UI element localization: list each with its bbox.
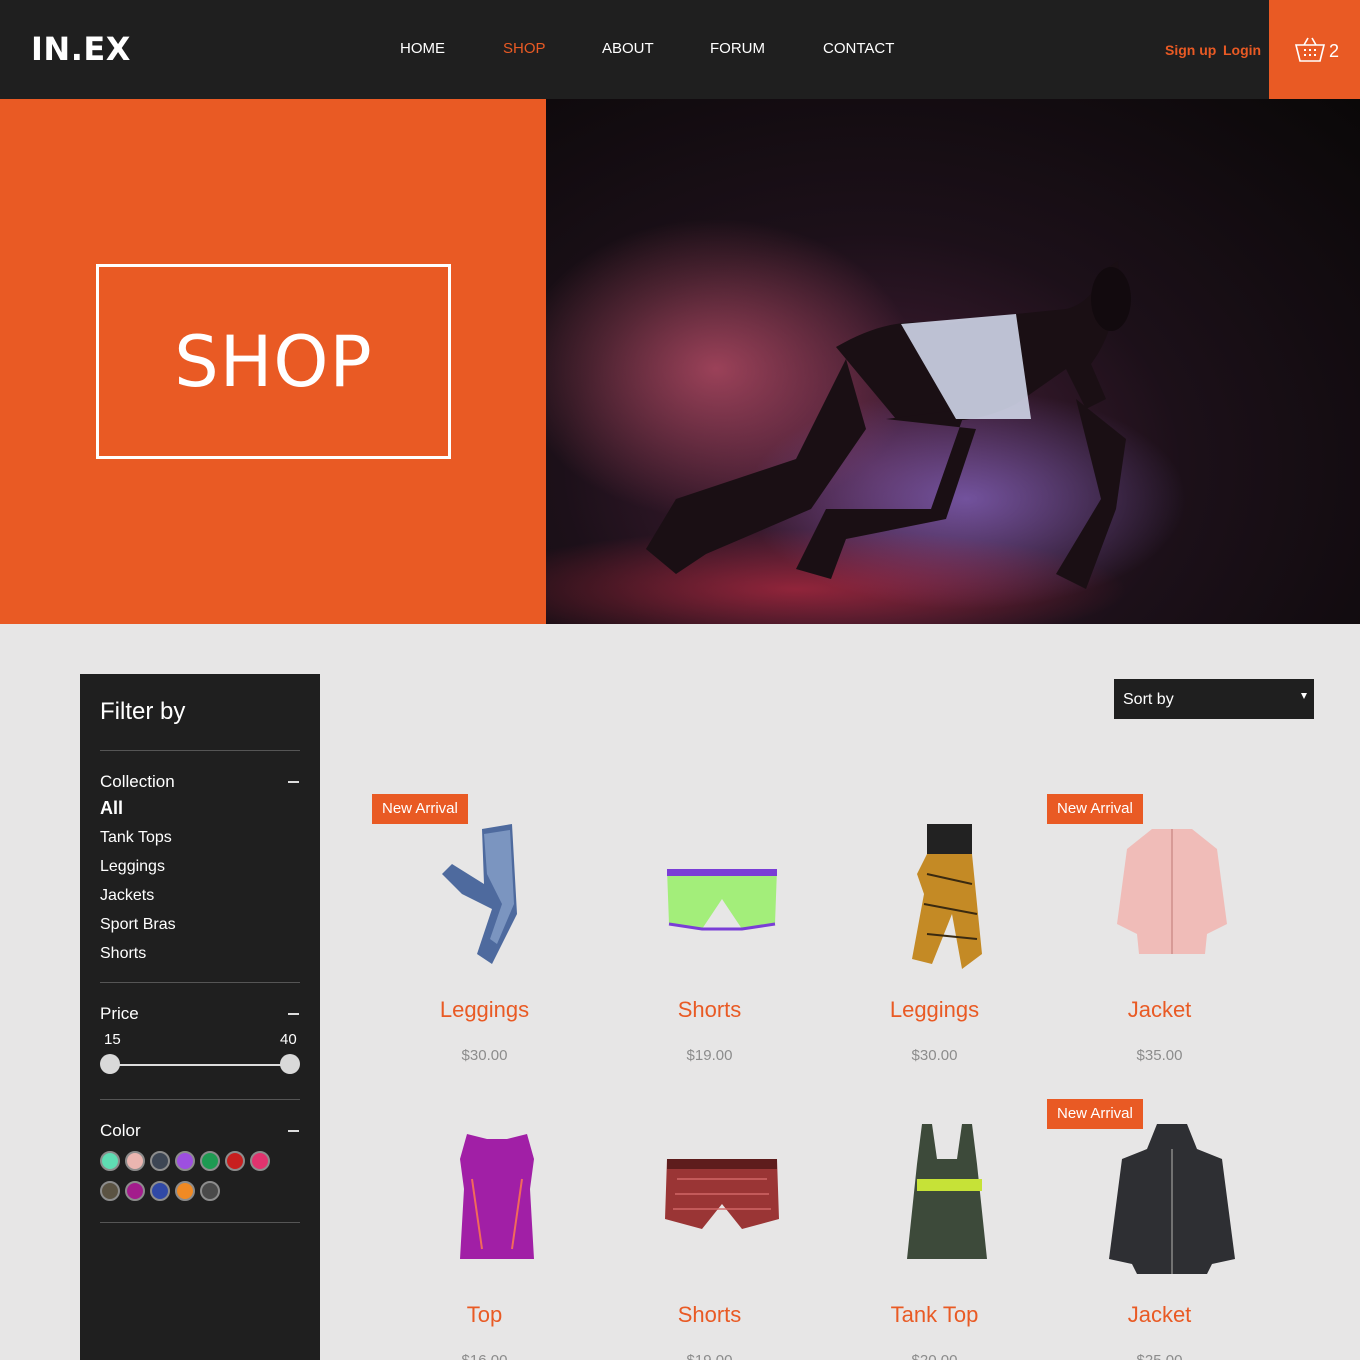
- product-name[interactable]: Leggings: [372, 997, 597, 1023]
- product-card[interactable]: New Arrival Jacket $35.00: [1047, 794, 1272, 1094]
- product-name[interactable]: Leggings: [822, 997, 1047, 1023]
- color-heading[interactable]: Color: [100, 1121, 141, 1141]
- product-image[interactable]: [872, 1119, 1022, 1279]
- product-image[interactable]: [422, 1119, 572, 1279]
- basket-icon: [1294, 37, 1326, 62]
- price-slider-max-handle[interactable]: [280, 1054, 300, 1074]
- color-swatch[interactable]: [175, 1181, 195, 1201]
- filter-title: Filter by: [100, 698, 186, 725]
- cart-button[interactable]: 2: [1269, 0, 1360, 99]
- product-image[interactable]: [422, 814, 572, 974]
- color-swatch[interactable]: [125, 1151, 145, 1171]
- filter-sidebar: Filter by Collection All Tank Tops Leggi…: [80, 674, 320, 1360]
- product-image[interactable]: [647, 1119, 797, 1279]
- product-price: $20.00: [822, 1352, 1047, 1360]
- color-swatch[interactable]: [175, 1151, 195, 1171]
- price-slider-track[interactable]: [110, 1064, 290, 1066]
- login-link[interactable]: Login: [1223, 42, 1261, 58]
- product-name[interactable]: Tank Top: [822, 1302, 1047, 1328]
- cart-count: 2: [1329, 41, 1340, 61]
- nav-forum[interactable]: FORUM: [710, 40, 765, 57]
- collection-heading[interactable]: Collection: [100, 772, 175, 792]
- collapse-price-icon[interactable]: [288, 1013, 299, 1015]
- product-card[interactable]: New ArrivalJacket$25.00: [1047, 1099, 1272, 1360]
- collapse-collection-icon[interactable]: [288, 781, 299, 783]
- signup-link[interactable]: Sign up: [1165, 42, 1216, 58]
- product-image[interactable]: [1097, 814, 1247, 974]
- product-name[interactable]: Shorts: [597, 997, 822, 1023]
- color-swatch[interactable]: [250, 1151, 270, 1171]
- dropdown-arrow-icon: [1301, 693, 1307, 699]
- product-card[interactable]: Shorts $19.00: [597, 794, 822, 1094]
- main-nav: HOME SHOP ABOUT FORUM CONTACT: [0, 40, 1360, 60]
- divider: [100, 750, 300, 751]
- product-card[interactable]: Tank Top $20.00: [822, 1099, 1047, 1360]
- color-swatch[interactable]: [225, 1151, 245, 1171]
- price-min-value: 15: [104, 1031, 121, 1048]
- product-image[interactable]: [647, 814, 797, 974]
- hero-title: SHOP: [174, 320, 373, 403]
- product-price: $35.00: [1136, 1047, 1183, 1064]
- divider: [100, 1099, 300, 1100]
- color-swatch[interactable]: [200, 1181, 220, 1201]
- product-price: $30.00: [911, 1047, 958, 1064]
- price-max-value: 40: [280, 1031, 297, 1048]
- price-slider-min-handle[interactable]: [100, 1054, 120, 1074]
- hero-title-box: SHOP: [96, 264, 451, 459]
- product-price: $25.00: [1047, 1352, 1272, 1360]
- hero-image: [546, 99, 1360, 624]
- color-swatch[interactable]: [125, 1181, 145, 1201]
- divider: [100, 982, 300, 983]
- nav-contact[interactable]: CONTACT: [823, 40, 894, 57]
- collection-item-shorts[interactable]: Shorts: [100, 945, 146, 963]
- nav-home[interactable]: HOME: [400, 40, 445, 57]
- sort-label: Sort by: [1123, 691, 1174, 708]
- collection-item-leggings[interactable]: Leggings: [100, 858, 165, 876]
- divider: [100, 1222, 300, 1223]
- color-swatch[interactable]: [200, 1151, 220, 1171]
- color-swatch[interactable]: [100, 1151, 120, 1171]
- sort-dropdown[interactable]: Sort by: [1114, 679, 1314, 719]
- product-name[interactable]: Shorts: [597, 1302, 822, 1328]
- product-card[interactable]: Top $16.00: [372, 1099, 597, 1360]
- product-name[interactable]: Jacket: [1047, 997, 1272, 1023]
- product-image[interactable]: [1097, 1119, 1247, 1279]
- collection-item-jackets[interactable]: Jackets: [100, 887, 154, 905]
- collection-item-all[interactable]: All: [100, 798, 123, 819]
- product-price: $30.00: [461, 1047, 508, 1064]
- product-name[interactable]: Top: [372, 1302, 597, 1328]
- price-heading[interactable]: Price: [100, 1004, 139, 1024]
- product-card[interactable]: Shorts $19.00: [597, 1099, 822, 1360]
- product-name[interactable]: Jacket: [1047, 1302, 1272, 1328]
- color-swatch[interactable]: [150, 1181, 170, 1201]
- product-card[interactable]: New Arrival Leggings $30.00: [372, 794, 597, 1094]
- hero-panel: SHOP: [0, 99, 546, 624]
- product-image[interactable]: [872, 814, 1022, 974]
- nav-shop[interactable]: SHOP: [503, 40, 546, 57]
- collection-item-tank-tops[interactable]: Tank Tops: [100, 829, 172, 847]
- color-swatch[interactable]: [100, 1181, 120, 1201]
- nav-about[interactable]: ABOUT: [602, 40, 654, 57]
- product-price: $19.00: [597, 1352, 822, 1360]
- collection-item-sport-bras[interactable]: Sport Bras: [100, 916, 176, 934]
- product-price: $19.00: [686, 1047, 733, 1064]
- top-header: IN.EX HOME SHOP ABOUT FORUM CONTACT Sign…: [0, 0, 1360, 99]
- collapse-color-icon[interactable]: [288, 1130, 299, 1132]
- color-swatch[interactable]: [150, 1151, 170, 1171]
- product-card[interactable]: Leggings $30.00: [822, 794, 1047, 1094]
- product-price: $16.00: [372, 1352, 597, 1360]
